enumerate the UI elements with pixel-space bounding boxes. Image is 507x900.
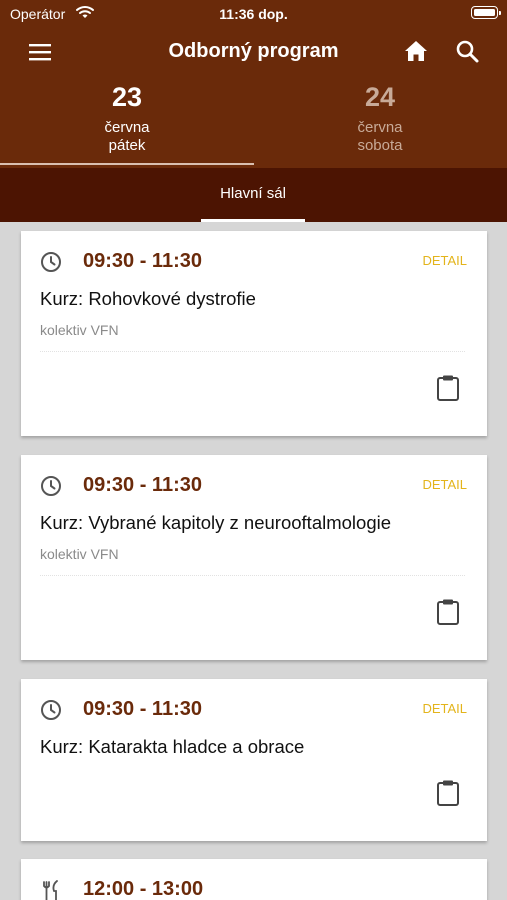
page-title: Odborný program: [168, 40, 339, 62]
card-divider: [40, 351, 465, 352]
detail-button[interactable]: DETAIL: [422, 701, 467, 716]
session-card[interactable]: 12:00 - 13:00: [21, 859, 487, 900]
day-tab-indicator: [0, 163, 254, 165]
session-time: 09:30 - 11:30: [83, 474, 202, 496]
search-icon[interactable]: [455, 39, 481, 65]
card-divider: [40, 575, 465, 576]
status-bar: Operátor 11:36 dop.: [0, 0, 507, 28]
day-month: června: [104, 119, 150, 136]
session-time: 09:30 - 11:30: [83, 698, 202, 720]
day-number: 23: [111, 82, 143, 112]
status-time: 11:36 dop.: [219, 6, 288, 22]
session-speaker: kolektiv VFN: [40, 546, 119, 562]
day-weekday: sobota: [357, 137, 403, 154]
cutlery-icon: [40, 879, 62, 900]
detail-button[interactable]: DETAIL: [422, 477, 467, 492]
clipboard-icon[interactable]: [436, 779, 460, 807]
session-time: 09:30 - 11:30: [83, 250, 202, 272]
tab-day-24[interactable]: 24 června sobota: [253, 80, 507, 168]
battery-icon: [471, 6, 501, 19]
session-card[interactable]: 09:30 - 11:30 DETAIL Kurz: Rohovkové dys…: [21, 231, 487, 436]
detail-button[interactable]: DETAIL: [422, 253, 467, 268]
app-header: Operátor 11:36 dop. Odborný program 23 č…: [0, 0, 507, 168]
day-weekday: pátek: [108, 137, 146, 154]
clock-icon: [40, 475, 62, 497]
tab-hlavni-sal[interactable]: Hlavní sál: [201, 168, 305, 222]
clock-icon: [40, 251, 62, 273]
toolbar: Odborný program: [0, 32, 507, 72]
tab-day-23[interactable]: 23 června pátek: [0, 80, 254, 168]
session-card[interactable]: 09:30 - 11:30 DETAIL Kurz: Katarakta hla…: [21, 679, 487, 841]
session-title: Kurz: Katarakta hladce a obrace: [40, 736, 305, 757]
session-speaker: kolektiv VFN: [40, 322, 119, 338]
session-title: Kurz: Vybrané kapitoly z neurooftalmolog…: [40, 512, 392, 533]
day-number: 24: [364, 82, 396, 112]
session-time: 12:00 - 13:00: [83, 878, 204, 900]
day-tabs: 23 června pátek 24 června sobota: [0, 80, 507, 168]
session-card[interactable]: 09:30 - 11:30 DETAIL Kurz: Vybrané kapit…: [21, 455, 487, 660]
clock-icon: [40, 699, 62, 721]
session-list[interactable]: 09:30 - 11:30 DETAIL Kurz: Rohovkové dys…: [0, 222, 507, 900]
clipboard-icon[interactable]: [436, 598, 460, 626]
home-icon[interactable]: [403, 39, 429, 63]
day-month: června: [357, 119, 403, 136]
session-title: Kurz: Rohovkové dystrofie: [40, 288, 256, 309]
hall-tabs: Hlavní sál: [0, 168, 507, 222]
clipboard-icon[interactable]: [436, 374, 460, 402]
